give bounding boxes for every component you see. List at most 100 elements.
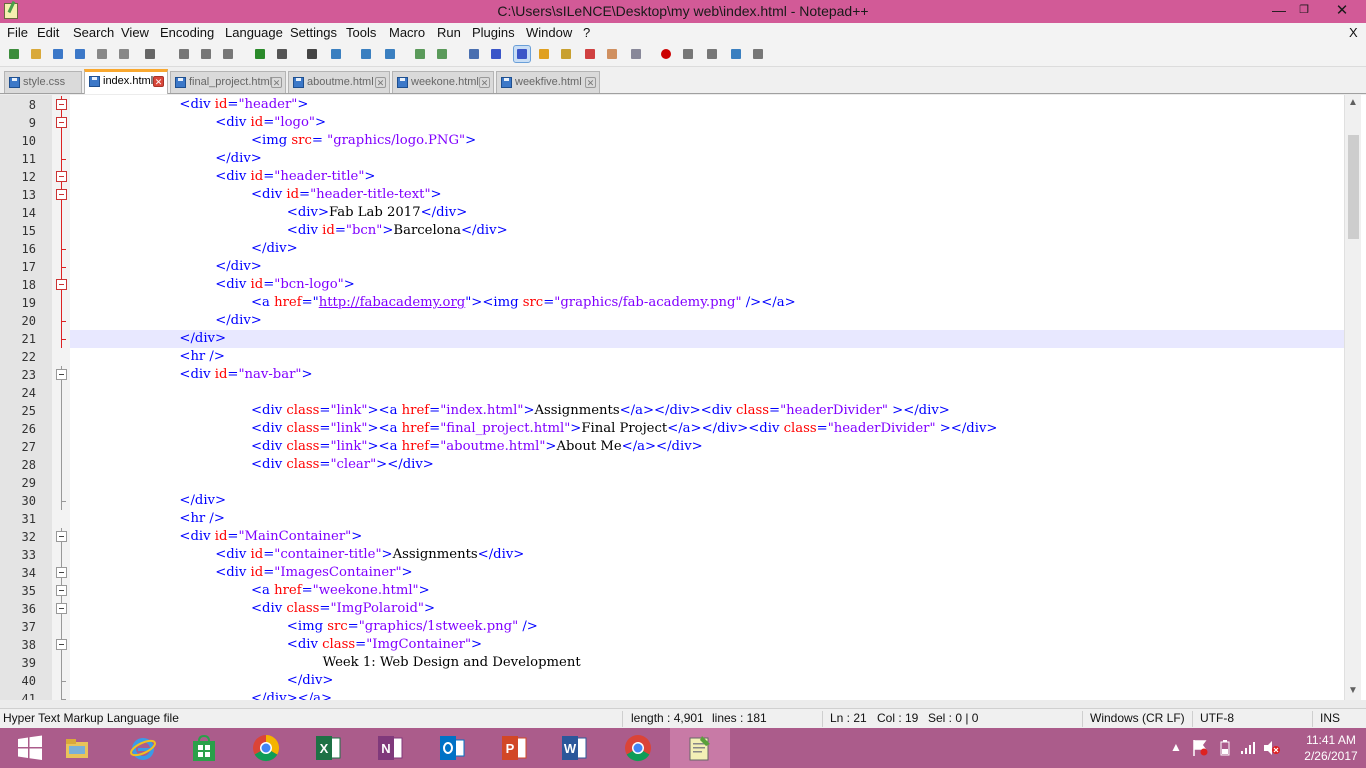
function-list-icon[interactable] [582, 46, 598, 62]
code-line[interactable]: <div>Fab Lab 2017</div> [70, 204, 1344, 222]
menu-help[interactable]: ? [583, 25, 590, 40]
paste-icon[interactable] [220, 46, 236, 62]
tab-style-css[interactable]: style.css [4, 71, 82, 93]
fold-toggle-icon[interactable] [56, 585, 67, 596]
network-signal-icon[interactable] [1240, 741, 1256, 755]
close-all-icon[interactable] [116, 46, 132, 62]
code-line[interactable]: </div> [70, 258, 1344, 276]
taskbar-chrome[interactable] [236, 728, 296, 768]
word-wrap-icon[interactable] [466, 46, 482, 62]
code-line[interactable]: <div id="MainContainer"> [70, 528, 1344, 546]
fold-toggle-icon[interactable] [56, 279, 67, 290]
show-all-characters-icon[interactable] [488, 46, 504, 62]
code-line[interactable]: </div> [70, 672, 1344, 690]
sync-vertical-icon[interactable] [412, 46, 428, 62]
code-line[interactable]: <div id="header"> [70, 96, 1344, 114]
code-line[interactable]: </div> [70, 492, 1344, 510]
close-tab-icon[interactable]: ✕ [375, 77, 386, 88]
menu-macro[interactable]: Macro [389, 25, 425, 40]
code-line[interactable]: <div class="link"><a href="aboutme.html"… [70, 438, 1344, 456]
copy-icon[interactable] [198, 46, 214, 62]
taskbar-internet-explorer[interactable] [113, 728, 173, 768]
code-line[interactable]: <div class="link"><a href="index.html">A… [70, 402, 1344, 420]
taskbar-excel[interactable]: X [298, 728, 358, 768]
cut-icon[interactable] [176, 46, 192, 62]
menu-file[interactable]: File [7, 25, 28, 40]
taskbar-word[interactable]: W [544, 728, 604, 768]
close-tab-icon[interactable]: ✕ [479, 77, 490, 88]
code-line[interactable]: <img src= "graphics/logo.PNG"> [70, 132, 1344, 150]
code-line[interactable]: </div> [70, 312, 1344, 330]
code-line[interactable]: </div> [70, 150, 1344, 168]
code-line[interactable]: Week 1: Web Design and Development [70, 654, 1344, 672]
taskbar-notepad-plus-plus[interactable] [670, 728, 730, 768]
maximize-button[interactable]: ❐ [1289, 0, 1319, 23]
fold-toggle-icon[interactable] [56, 567, 67, 578]
code-line[interactable]: <div class="ImgPolaroid"> [70, 600, 1344, 618]
menu-plugins[interactable]: Plugins [472, 25, 515, 40]
close-document-button[interactable]: X [1349, 25, 1358, 40]
menu-edit[interactable]: Edit [37, 25, 59, 40]
redo-icon[interactable] [274, 46, 290, 62]
tab-weekfive-html[interactable]: weekfive.html ✕ [496, 71, 600, 93]
close-tab-icon[interactable]: ✕ [585, 77, 596, 88]
open-file-icon[interactable] [28, 46, 44, 62]
tab-index-html[interactable]: index.html ✕ [84, 69, 168, 94]
code-line[interactable]: <div class="link"><a href="final_project… [70, 420, 1344, 438]
code-line[interactable]: <div id="ImagesContainer"> [70, 564, 1344, 582]
menu-view[interactable]: View [121, 25, 149, 40]
find-icon[interactable] [304, 46, 320, 62]
code-line[interactable]: </div></a> [70, 690, 1344, 700]
fold-toggle-icon[interactable] [56, 171, 67, 182]
save-macro-icon[interactable] [750, 46, 766, 62]
code-line[interactable]: <div id="header-title-text"> [70, 186, 1344, 204]
tab-aboutme-html[interactable]: aboutme.html ✕ [288, 71, 390, 93]
indent-guide-icon[interactable] [513, 45, 531, 63]
taskbar-file-explorer[interactable] [47, 728, 107, 768]
menu-language[interactable]: Language [225, 25, 283, 40]
fold-toggle-icon[interactable] [56, 117, 67, 128]
code-line[interactable]: <div class="clear"></div> [70, 456, 1344, 474]
code-line[interactable]: <div id="container-title">Assignments</d… [70, 546, 1344, 564]
code-editor[interactable]: 8 9 10 11 12 13 14 15 16 17 18 19 20 21 22 23 24 25 26 27 28… [0, 95, 1366, 700]
code-line[interactable]: <a href="weekone.html"> [70, 582, 1344, 600]
code-line[interactable]: <div id="header-title"> [70, 168, 1344, 186]
user-defined-language-icon[interactable] [536, 46, 552, 62]
code-line[interactable]: <div id="bcn">Barcelona</div> [70, 222, 1344, 240]
fold-toggle-icon[interactable] [56, 99, 67, 110]
code-line[interactable]: <div class="ImgContainer"> [70, 636, 1344, 654]
document-map-icon[interactable] [558, 46, 574, 62]
tab-weekone-html[interactable]: weekone.html ✕ [392, 71, 494, 93]
taskbar-store[interactable] [174, 728, 234, 768]
code-line[interactable]: <div id="logo"> [70, 114, 1344, 132]
menu-search[interactable]: Search [73, 25, 114, 40]
taskbar-outlook[interactable] [422, 728, 482, 768]
folder-workspace-icon[interactable] [604, 46, 620, 62]
record-macro-icon[interactable] [658, 46, 674, 62]
tab-final-project-html[interactable]: final_project.html ✕ [170, 71, 286, 93]
scroll-up-icon[interactable]: ▲ [1348, 97, 1358, 108]
volume-muted-icon[interactable] [1263, 740, 1281, 756]
code-line[interactable]: <hr /> [70, 348, 1344, 366]
play-macro-icon[interactable] [704, 46, 720, 62]
menu-run[interactable]: Run [437, 25, 461, 40]
fold-toggle-icon[interactable] [56, 639, 67, 650]
fold-margin[interactable] [52, 95, 70, 700]
menu-encoding[interactable]: Encoding [160, 25, 214, 40]
fold-toggle-icon[interactable] [56, 189, 67, 200]
fold-toggle-icon[interactable] [56, 531, 67, 542]
save-icon[interactable] [50, 46, 66, 62]
monitoring-icon[interactable] [628, 46, 644, 62]
code-line[interactable] [70, 384, 1344, 402]
show-hidden-icons-icon[interactable]: ▲ [1170, 740, 1182, 754]
menu-tools[interactable]: Tools [346, 25, 376, 40]
code-link[interactable]: http://fabacademy.org [319, 295, 465, 310]
taskbar-chrome[interactable] [608, 728, 668, 768]
taskbar-onenote[interactable]: N [360, 728, 420, 768]
vertical-scrollbar[interactable]: ▲ ▼ [1344, 95, 1361, 700]
code-line[interactable]: </div> [70, 330, 1344, 348]
save-all-icon[interactable] [72, 46, 88, 62]
fold-toggle-icon[interactable] [56, 603, 67, 614]
undo-icon[interactable] [252, 46, 268, 62]
close-tab-icon[interactable]: ✕ [153, 76, 164, 87]
